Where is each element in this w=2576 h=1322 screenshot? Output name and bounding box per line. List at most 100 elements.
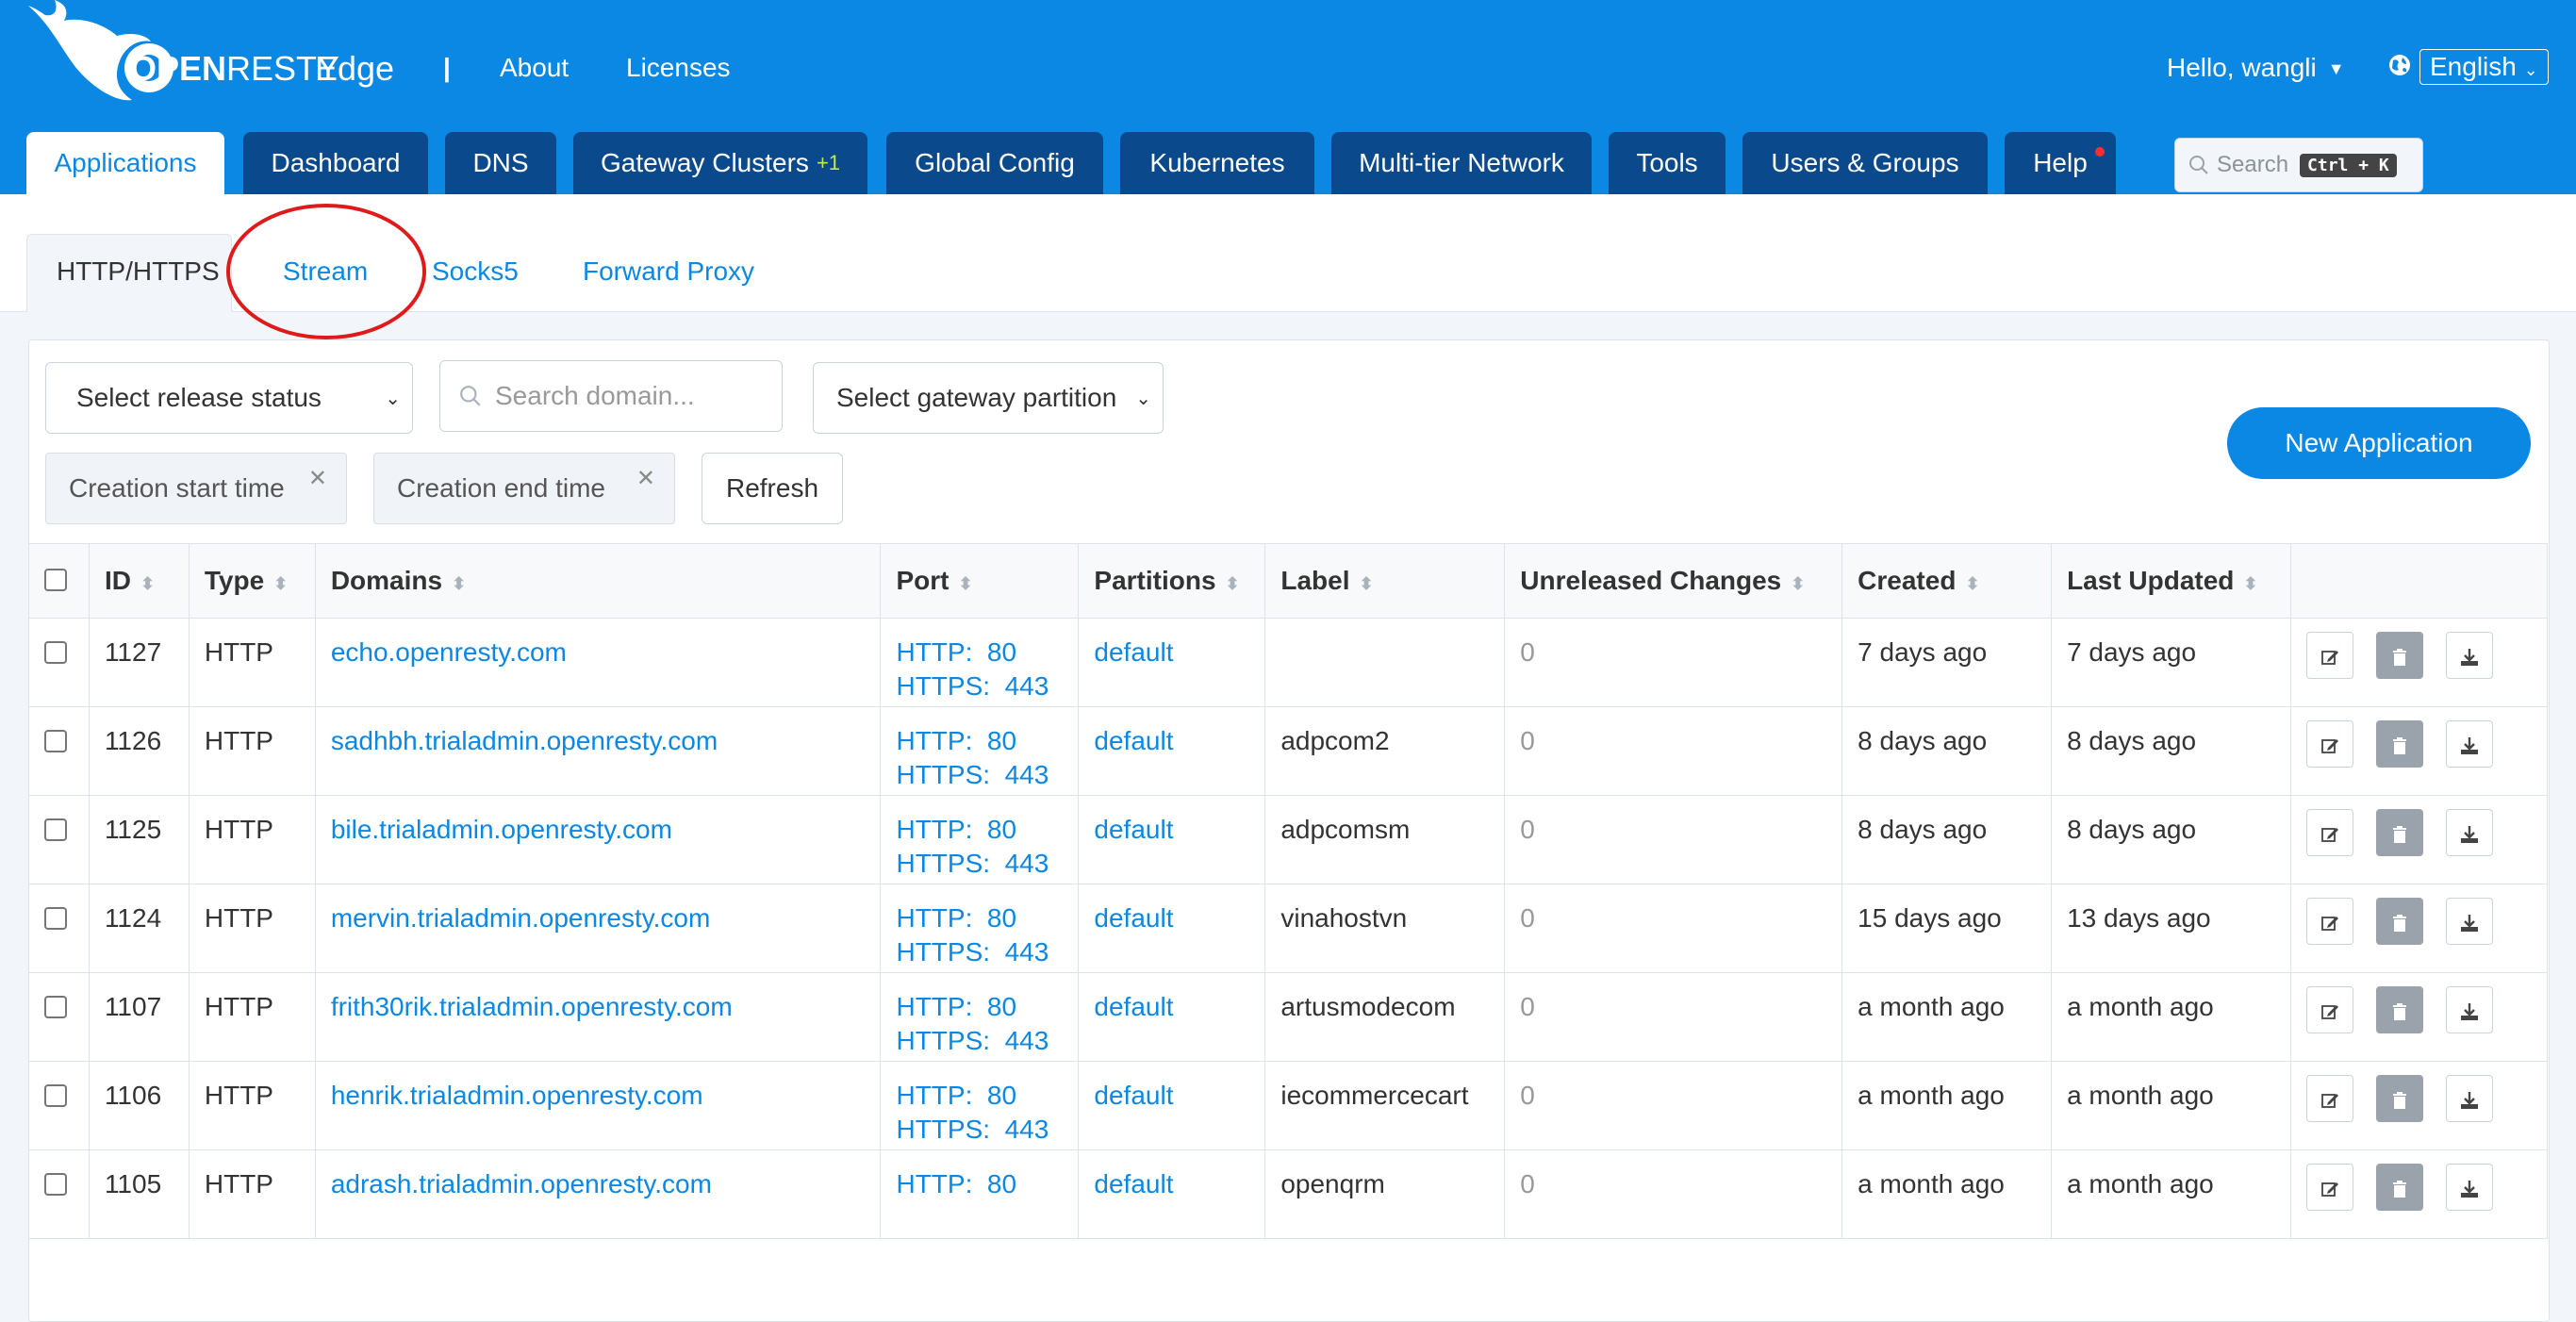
port-http[interactable]: HTTP: 80 bbox=[896, 1169, 1078, 1199]
cell-partition-link[interactable]: default bbox=[1078, 706, 1266, 796]
tab-applications[interactable]: Applications bbox=[26, 132, 224, 194]
col-domains[interactable]: Domains ⬍ bbox=[314, 543, 882, 619]
about-link[interactable]: About bbox=[500, 53, 569, 83]
download-button[interactable] bbox=[2445, 986, 2493, 1033]
language-select[interactable]: English ⌄ bbox=[2419, 49, 2549, 85]
row-checkbox[interactable] bbox=[44, 907, 67, 930]
creation-end-time-field[interactable]: Creation end time ✕ bbox=[373, 453, 675, 524]
cell-partition-link[interactable]: default bbox=[1078, 884, 1266, 973]
col-port[interactable]: Port ⬍ bbox=[880, 543, 1080, 619]
row-checkbox[interactable] bbox=[44, 1173, 67, 1196]
cell-port: HTTP: 80 HTTPS: 443 bbox=[880, 1061, 1080, 1150]
port-http[interactable]: HTTP: 80 bbox=[896, 637, 1078, 668]
delete-button[interactable] bbox=[2375, 809, 2423, 856]
cell-domain-link[interactable]: echo.openresty.com bbox=[314, 618, 882, 707]
cell-domain-link[interactable]: henrik.trialadmin.openresty.com bbox=[314, 1061, 882, 1150]
subtab-socks5[interactable]: Socks5 bbox=[432, 256, 519, 287]
port-https[interactable]: HTTPS: 443 bbox=[896, 937, 1078, 967]
tab-dns[interactable]: DNS bbox=[445, 132, 556, 194]
download-button[interactable] bbox=[2445, 1075, 2493, 1122]
cell-domain-link[interactable]: frith30rik.trialadmin.openresty.com bbox=[314, 972, 882, 1062]
tab-users-groups[interactable]: Users & Groups bbox=[1742, 132, 1988, 194]
port-http[interactable]: HTTP: 80 bbox=[896, 1081, 1078, 1111]
row-checkbox[interactable] bbox=[44, 641, 67, 664]
row-checkbox[interactable] bbox=[44, 996, 67, 1018]
tab-multi-tier-network[interactable]: Multi-tier Network bbox=[1331, 132, 1592, 194]
port-http[interactable]: HTTP: 80 bbox=[896, 992, 1078, 1022]
highlight-circle bbox=[226, 204, 426, 339]
cell-partition-link[interactable]: default bbox=[1078, 972, 1266, 1062]
global-search-input[interactable]: Search Ctrl + K bbox=[2174, 138, 2423, 192]
cell-type: HTTP bbox=[188, 1061, 316, 1150]
download-button[interactable] bbox=[2445, 632, 2493, 679]
cell-partition-link[interactable]: default bbox=[1078, 1061, 1266, 1150]
col-id[interactable]: ID ⬍ bbox=[88, 543, 190, 619]
download-button[interactable] bbox=[2445, 720, 2493, 768]
delete-button[interactable] bbox=[2375, 720, 2423, 768]
brand-openresty[interactable]: OPENRESTY bbox=[130, 49, 339, 89]
port-https[interactable]: HTTPS: 443 bbox=[896, 760, 1078, 790]
cell-domain-link[interactable]: mervin.trialadmin.openresty.com bbox=[314, 884, 882, 973]
col-label[interactable]: Label ⬍ bbox=[1264, 543, 1506, 619]
edit-button[interactable] bbox=[2305, 632, 2353, 679]
tab-gateway-clusters[interactable]: Gateway Clusters +1 bbox=[573, 132, 867, 194]
port-http[interactable]: HTTP: 80 bbox=[896, 903, 1078, 934]
delete-button[interactable] bbox=[2375, 1164, 2423, 1211]
port-http[interactable]: HTTP: 80 bbox=[896, 726, 1078, 756]
cell-updated: a month ago bbox=[2051, 1061, 2291, 1150]
tab-dashboard[interactable]: Dashboard bbox=[243, 132, 428, 194]
creation-start-time-field[interactable]: Creation start time ✕ bbox=[45, 453, 347, 524]
cell-domain-link[interactable]: bile.trialadmin.openresty.com bbox=[314, 795, 882, 884]
tab-tools[interactable]: Tools bbox=[1609, 132, 1726, 194]
tab-help[interactable]: Help bbox=[2005, 132, 2116, 194]
download-button[interactable] bbox=[2445, 809, 2493, 856]
tab-kubernetes[interactable]: Kubernetes bbox=[1120, 132, 1314, 194]
delete-button[interactable] bbox=[2375, 898, 2423, 945]
clear-icon[interactable]: ✕ bbox=[636, 465, 655, 492]
search-domain-input[interactable]: Search domain... bbox=[439, 360, 783, 432]
col-label: Created bbox=[1858, 566, 1957, 595]
port-https[interactable]: HTTPS: 443 bbox=[896, 1026, 1078, 1056]
cell-partition-link[interactable]: default bbox=[1078, 618, 1266, 707]
cell-domain-link[interactable]: sadhbh.trialadmin.openresty.com bbox=[314, 706, 882, 796]
delete-button[interactable] bbox=[2375, 986, 2423, 1033]
edit-button[interactable] bbox=[2305, 986, 2353, 1033]
port-https[interactable]: HTTPS: 443 bbox=[896, 1115, 1078, 1145]
gateway-partition-select[interactable]: Select gateway partition ⌄ bbox=[813, 362, 1164, 434]
delete-button[interactable] bbox=[2375, 1075, 2423, 1122]
col-unreleased-changes[interactable]: Unreleased Changes ⬍ bbox=[1504, 543, 1843, 619]
edit-button[interactable] bbox=[2305, 720, 2353, 768]
port-https[interactable]: HTTPS: 443 bbox=[896, 849, 1078, 879]
edit-icon bbox=[2321, 916, 2338, 931]
delete-button[interactable] bbox=[2375, 632, 2423, 679]
download-button[interactable] bbox=[2445, 1164, 2493, 1211]
col-created[interactable]: Created ⬍ bbox=[1841, 543, 2053, 619]
cell-domain-link[interactable]: adrash.trialadmin.openresty.com bbox=[314, 1149, 882, 1239]
release-status-select[interactable]: Select release status ⌄ bbox=[45, 362, 413, 434]
tab-global-config[interactable]: Global Config bbox=[886, 132, 1103, 194]
select-all-checkbox[interactable] bbox=[44, 568, 67, 591]
row-checkbox[interactable] bbox=[44, 818, 67, 841]
col-partitions[interactable]: Partitions ⬍ bbox=[1078, 543, 1266, 619]
col-last-updated[interactable]: Last Updated ⬍ bbox=[2051, 543, 2291, 619]
subtab-forward-proxy[interactable]: Forward Proxy bbox=[583, 256, 754, 287]
port-https[interactable]: HTTPS: 443 bbox=[896, 671, 1078, 702]
download-button[interactable] bbox=[2445, 898, 2493, 945]
licenses-link[interactable]: Licenses bbox=[626, 53, 731, 83]
edit-button[interactable] bbox=[2305, 898, 2353, 945]
row-checkbox[interactable] bbox=[44, 1084, 67, 1107]
refresh-button[interactable]: Refresh bbox=[702, 453, 843, 524]
tab-label: Kubernetes bbox=[1149, 148, 1285, 177]
subtab-http-https[interactable]: HTTP/HTTPS bbox=[57, 256, 220, 287]
edit-button[interactable] bbox=[2305, 1075, 2353, 1122]
edit-button[interactable] bbox=[2305, 809, 2353, 856]
clear-icon[interactable]: ✕ bbox=[308, 465, 327, 492]
cell-partition-link[interactable]: default bbox=[1078, 795, 1266, 884]
port-http[interactable]: HTTP: 80 bbox=[896, 815, 1078, 845]
row-checkbox[interactable] bbox=[44, 730, 67, 752]
cell-partition-link[interactable]: default bbox=[1078, 1149, 1266, 1239]
user-menu[interactable]: Hello, wangli ▼ bbox=[2167, 53, 2345, 83]
col-type[interactable]: Type ⬍ bbox=[188, 543, 316, 619]
new-application-button[interactable]: New Application bbox=[2227, 407, 2531, 479]
edit-button[interactable] bbox=[2305, 1164, 2353, 1211]
